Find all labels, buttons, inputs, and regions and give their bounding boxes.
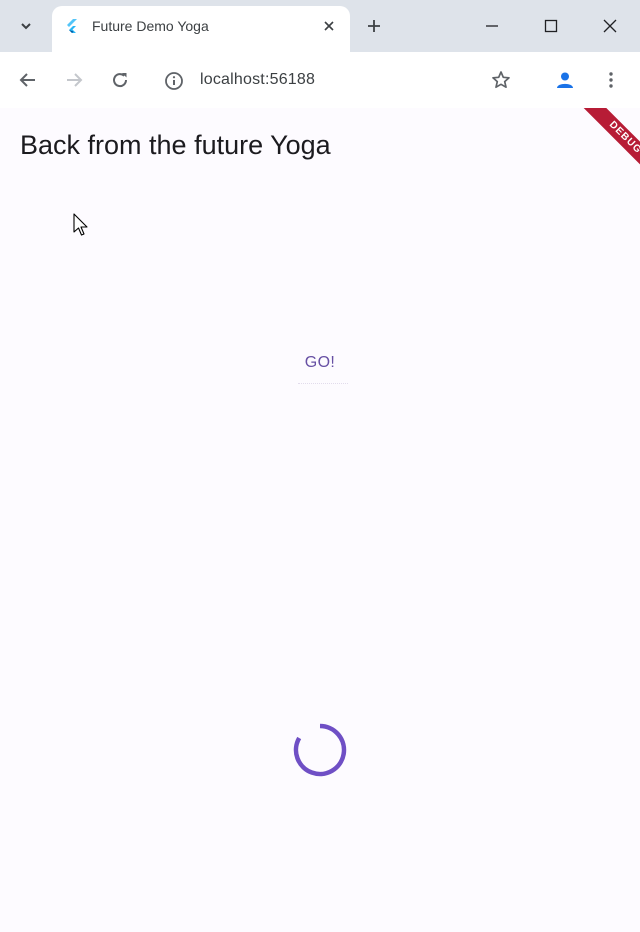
- minimize-icon: [486, 25, 498, 27]
- maximize-icon: [544, 19, 558, 33]
- tab-title: Future Demo Yoga: [92, 18, 209, 34]
- page-title: Back from the future Yoga: [20, 130, 331, 160]
- minimize-button[interactable]: [470, 10, 514, 42]
- tab-active[interactable]: Future Demo Yoga: [52, 6, 350, 52]
- close-icon: [324, 21, 334, 31]
- forward-button[interactable]: [58, 64, 90, 96]
- plus-icon: [368, 20, 380, 32]
- chevron-down-icon: [21, 23, 31, 30]
- maximize-button[interactable]: [529, 10, 573, 42]
- flutter-icon: [67, 19, 77, 33]
- mouse-cursor-icon: [73, 213, 88, 236]
- reload-icon: [113, 73, 128, 88]
- info-icon[interactable]: [164, 71, 184, 91]
- bookmark-button[interactable]: [485, 64, 517, 96]
- reload-button[interactable]: [104, 64, 136, 96]
- tab-search-button[interactable]: [10, 14, 42, 38]
- address-bar[interactable]: localhost:56188: [150, 62, 480, 98]
- loading-spinner-icon: [293, 723, 347, 777]
- tab-close-button[interactable]: [320, 17, 338, 35]
- back-arrow-icon: [19, 73, 35, 87]
- star-icon: [492, 71, 510, 89]
- address-url[interactable]: localhost:56188: [200, 71, 315, 89]
- new-tab-button[interactable]: [362, 14, 386, 38]
- go-button[interactable]: GO!: [285, 342, 355, 384]
- go-button-focus-line: [298, 382, 348, 384]
- profile-button[interactable]: [549, 64, 581, 96]
- browser-toolbar: localhost:56188: [0, 52, 640, 108]
- app-viewport: Back from the future Yoga GO! DEBUG: [0, 108, 640, 932]
- close-icon: [603, 19, 617, 33]
- person-icon: [557, 72, 573, 88]
- back-button[interactable]: [12, 64, 44, 96]
- forward-arrow-icon: [67, 73, 83, 87]
- debug-banner-label: DEBUG: [580, 108, 640, 183]
- close-window-button[interactable]: [588, 10, 632, 42]
- debug-banner: DEBUG: [568, 108, 640, 188]
- more-vert-icon: [609, 72, 613, 88]
- tab-strip: Future Demo Yoga: [0, 0, 640, 52]
- browser-menu-button[interactable]: [595, 64, 627, 96]
